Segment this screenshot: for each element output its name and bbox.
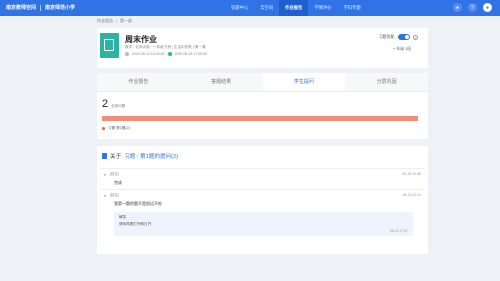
account-icon[interactable]: ● xyxy=(483,3,492,12)
question-time: 05-15 20:11 xyxy=(402,193,421,197)
help-icon[interactable]: ? xyxy=(413,34,418,40)
main-nav: 答题中心 云空间 作业报告 学情评价 学科专题 xyxy=(225,0,367,16)
help-icon[interactable]: ? xyxy=(468,3,477,12)
tab-layered-review[interactable]: 分层巩固 xyxy=(345,73,428,91)
progress-legend: 习题 第1题(2) xyxy=(102,126,130,131)
user-avatar-icon[interactable]: ● xyxy=(453,3,462,12)
top-right-icons: ● ? ● xyxy=(453,3,492,12)
document-icon xyxy=(102,153,107,159)
question-progress-bar xyxy=(102,116,418,121)
nav-item-cloud-space[interactable]: 云空间 xyxy=(254,0,279,16)
homework-info-card: 周末作业 数学 · 北师大版 · 一年级下册 | 生活中的数 | 第一课 202… xyxy=(97,28,428,68)
question-author: ▾ (姓名) xyxy=(104,171,421,178)
class-label: 一年级 3班 xyxy=(392,47,411,51)
question-count-value: 2 xyxy=(102,98,109,110)
homework-meta: 数学 · 北师大版 · 一年级下册 | 生活中的数 | 第一课 xyxy=(125,45,206,49)
answer-toggle[interactable] xyxy=(398,34,410,40)
question-progress-fill xyxy=(102,116,418,121)
start-time: 2020-05-13 16:00:00 xyxy=(132,52,165,56)
book-icon xyxy=(104,39,114,51)
question-heading: 关于 习题 : 第1题的提问(2) xyxy=(102,152,178,160)
end-time: 2020-05-18 17:00:00 xyxy=(174,52,208,56)
top-navigation-bar: 南京教师空间 南京师范小学 答题中心 云空间 作业报告 学情评价 学科专题 ● ?… xyxy=(0,0,500,16)
question-text: 我第一题的题不是很远不吃 xyxy=(114,201,162,206)
nav-item-homework-report[interactable]: 作业报告 xyxy=(279,0,309,16)
tab-student-questions[interactable]: 学生提问 xyxy=(262,73,346,91)
answer-toggle-label: 习题答案: xyxy=(378,34,395,39)
nav-item-learning-evaluation[interactable]: 学情评价 xyxy=(308,0,337,16)
report-tabs: 作业报告 答题结果 学生提问 分层巩固 xyxy=(97,73,428,92)
reply-time: 05-15 17:57 xyxy=(389,229,408,233)
breadcrumb-item-report[interactable]: 作业报告 xyxy=(97,18,113,23)
brand-name: 南京教师空间 xyxy=(6,5,37,11)
legend-label: 习题 第1题(2) xyxy=(108,126,130,130)
question-author: ▾ (姓名) xyxy=(104,192,421,199)
chevron-down-icon[interactable]: ▾ xyxy=(104,194,106,198)
question-list: ▾ (姓名) 05-15 20:08 完成 ▾ (姓名) 05-15 20:11… xyxy=(100,168,425,239)
question-time: 05-15 20:08 xyxy=(402,172,421,176)
breadcrumb-item-current: 第一部 xyxy=(120,18,133,23)
homework-cover-image xyxy=(100,33,119,58)
reply-label: 解答 xyxy=(119,215,127,219)
legend-dot-icon xyxy=(102,127,105,130)
question-count-label: 全部问题 xyxy=(111,104,126,108)
nav-item-subject-topics[interactable]: 学科专题 xyxy=(337,0,366,16)
question-heading-link[interactable]: 习题 : 第1题的提问(2) xyxy=(124,152,178,160)
nav-item-answer-center[interactable]: 答题中心 xyxy=(225,0,254,16)
question-detail-card: 关于 习题 : 第1题的提问(2) ▾ (姓名) 05-15 20:08 完成 … xyxy=(97,146,428,254)
list-item: ▾ (姓名) 05-15 20:11 我第一题的题不是很远不吃 解答 请你再看打… xyxy=(100,189,425,239)
student-name: (姓名) xyxy=(109,193,120,197)
brand-divider xyxy=(40,4,42,11)
tab-answer-results[interactable]: 答题结果 xyxy=(180,73,263,91)
tab-homework-report[interactable]: 作业报告 xyxy=(97,73,180,91)
answer-toggle-group: 习题答案: ? xyxy=(379,34,418,40)
report-tabs-card: 作业报告 答题结果 学生提问 分层巩固 2 全部问题 习题 第1题(2) xyxy=(97,73,428,139)
student-name: (姓名) xyxy=(109,172,120,176)
breadcrumb: 作业报告 | 第一部 xyxy=(97,18,132,24)
reply-text: 请你再看打开和打开 xyxy=(119,222,152,226)
homework-time: 2020-05-13 16:00:00 2020-05-18 17:00:00 xyxy=(125,52,207,56)
question-text: 完成 xyxy=(114,180,122,185)
start-time-icon xyxy=(125,52,129,56)
school-name: 南京师范小学 xyxy=(45,5,76,11)
list-item: ▾ (姓名) 05-15 20:08 完成 xyxy=(100,168,425,189)
homework-title: 周末作业 xyxy=(125,35,157,44)
question-heading-prefix: 关于 xyxy=(110,154,122,160)
breadcrumb-separator: | xyxy=(116,18,118,23)
teacher-reply: 解答 请你再看打开和打开 05-15 17:57 xyxy=(114,212,413,236)
question-count: 2 全部问题 xyxy=(102,98,125,110)
end-time-icon xyxy=(167,52,172,56)
chevron-down-icon[interactable]: ▾ xyxy=(104,173,106,177)
brand[interactable]: 南京教师空间 南京师范小学 xyxy=(6,4,75,11)
